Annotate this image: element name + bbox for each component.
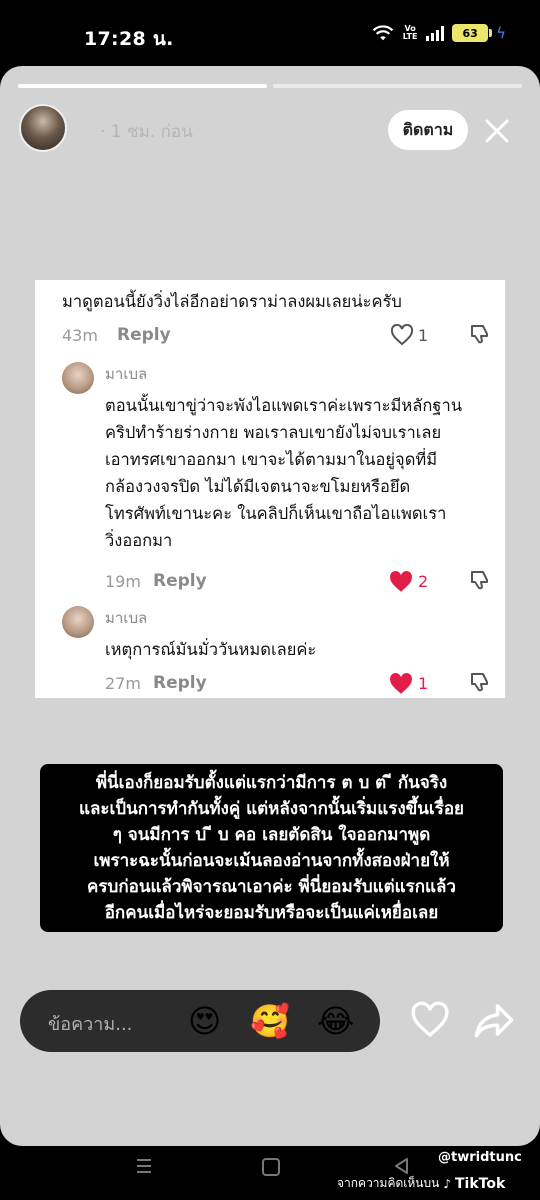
wifi-icon bbox=[372, 25, 394, 41]
caption-line: ๆ จนมีการ บ ี บ คอ เลยตัดสิน ใจออกมาพูด bbox=[112, 825, 431, 845]
comment-time: 27m bbox=[105, 674, 141, 693]
comment-line: วิ่งออกมา bbox=[105, 531, 173, 550]
comment-line: เอาทรศเขาออกมา เขาจะได้ตามมาในอยู่จุดที่… bbox=[105, 450, 438, 469]
heart-outline-icon[interactable] bbox=[390, 324, 414, 346]
battery-icon: 63 bbox=[452, 24, 493, 42]
recents-icon[interactable] bbox=[134, 1156, 154, 1176]
comment-line: กล้องวงจรปิด ไม่ได้มีเจตนาจะขโมยหรือยึด bbox=[105, 477, 411, 496]
comment-line: คริปทำร้ายร่างกาย พอเราลบเขายังไม่จบเราเ… bbox=[105, 423, 442, 442]
caption-line: และเป็นการทำกันทั้งคู่ แต่หลังจากนั้นเริ… bbox=[78, 799, 464, 819]
story-timestamp: · 1 ชม. ก่อน bbox=[100, 122, 193, 142]
like-story-icon[interactable] bbox=[410, 1000, 450, 1040]
share-icon[interactable] bbox=[473, 1000, 515, 1040]
comment-text: ตอนนั้นเขาขู่ว่าจะพังไอแพดเราค่ะเพราะมีห… bbox=[105, 392, 462, 554]
charging-icon: ϟ bbox=[496, 24, 506, 42]
story-caption: พี่นี่เองก็ยอมรับตั้งแต่แรกว่ามีการ ต บ … bbox=[40, 764, 503, 932]
heart-filled-icon[interactable] bbox=[388, 672, 414, 696]
home-icon[interactable] bbox=[262, 1158, 280, 1176]
dislike-icon[interactable] bbox=[468, 670, 492, 694]
comment-screenshot: มาดูตอนนี้ยังวิ่งไล่อีกอย่าดราม่าลงผมเลย… bbox=[35, 280, 505, 698]
comment-time: 19m bbox=[105, 572, 141, 591]
status-icons: Vo LTE 63 ϟ bbox=[372, 24, 506, 42]
commenter-avatar[interactable] bbox=[62, 362, 94, 394]
story-viewer[interactable]: · 1 ชม. ก่อน ติดตาม มาดูตอนนี้ยังวิ่งไล่… bbox=[0, 66, 540, 1146]
commenter-name[interactable]: มาเบล bbox=[105, 362, 147, 386]
caption-line: พี่นี่เองก็ยอมรับตั้งแต่แรกว่ามีการ ต บ … bbox=[95, 773, 448, 793]
caption-line: ครบก่อนแล้วพิจารณาเอาค่ะ พี่นี่ยอมรับแต่… bbox=[87, 877, 456, 897]
comment-time: 43m bbox=[62, 326, 98, 345]
follow-button[interactable]: ติดตาม bbox=[388, 110, 468, 150]
progress-segment bbox=[18, 84, 267, 88]
watermark-handle: @twridtunc bbox=[438, 1150, 522, 1165]
navigation-bar: @twridtunc จากความคิดเห็นบน ♪ TikTok bbox=[0, 1146, 540, 1200]
close-icon[interactable] bbox=[480, 114, 514, 148]
caption-line: อีกคนเมื่อไหร่จะยอมรับหรือจะเป็นแค่เหยื่… bbox=[104, 903, 439, 923]
comment-text: เหตุการณ์มันมั่ววันหมดเลยค่ะ bbox=[105, 640, 317, 659]
dislike-icon[interactable] bbox=[468, 322, 492, 346]
message-bar[interactable]: ข้อความ... 😍 🥰 😂 bbox=[20, 990, 380, 1052]
volte-icon: Vo LTE bbox=[402, 24, 418, 41]
watermark-line: จากความคิดเห็นบน ♪ TikTok bbox=[337, 1174, 505, 1193]
watermark-text: จากความคิดเห็นบน bbox=[337, 1176, 440, 1190]
progress-segment bbox=[273, 84, 522, 88]
like-count: 2 bbox=[418, 572, 429, 591]
heart-eyes-emoji-button[interactable]: 😍 bbox=[188, 1002, 221, 1040]
story-progress bbox=[18, 84, 522, 88]
like-count: 1 bbox=[418, 674, 429, 693]
message-input[interactable]: ข้อความ... bbox=[48, 1009, 132, 1038]
author-avatar[interactable] bbox=[19, 104, 67, 152]
status-bar: 17:28 น. Vo LTE 63 ϟ bbox=[0, 0, 540, 66]
comment-text: มาดูตอนนี้ยังวิ่งไล่อีกอย่าดราม่าลงผมเลย… bbox=[62, 292, 402, 311]
clock: 17:28 น. bbox=[84, 28, 174, 50]
tears-of-joy-emoji-button[interactable]: 😂 bbox=[317, 1002, 354, 1040]
commenter-avatar[interactable] bbox=[62, 606, 94, 638]
smiling-hearts-emoji-button[interactable]: 🥰 bbox=[250, 1002, 290, 1040]
caption-line: เพราะฉะนั้นก่อนจะเม้นลองอ่านจากทั้งสองฝ่… bbox=[93, 851, 450, 871]
heart-filled-icon[interactable] bbox=[388, 570, 414, 594]
reply-button[interactable]: Reply bbox=[153, 571, 207, 591]
comment-line: โทรศัพท์เขานะคะ ในคลิปก็เห็นเขาถือไอแพดเ… bbox=[105, 504, 447, 523]
commenter-name[interactable]: มาเบล bbox=[105, 606, 147, 630]
comment-line: ตอนนั้นเขาขู่ว่าจะพังไอแพดเราค่ะเพราะมีห… bbox=[105, 396, 463, 415]
like-count: 1 bbox=[418, 326, 429, 345]
dislike-icon[interactable] bbox=[468, 568, 492, 592]
signal-icon bbox=[426, 25, 445, 41]
watermark-brand: TikTok bbox=[454, 1175, 506, 1192]
reply-button[interactable]: Reply bbox=[153, 673, 207, 693]
back-icon[interactable] bbox=[392, 1156, 412, 1176]
reply-button[interactable]: Reply bbox=[117, 325, 171, 345]
tiktok-icon: ♪ bbox=[443, 1176, 451, 1191]
